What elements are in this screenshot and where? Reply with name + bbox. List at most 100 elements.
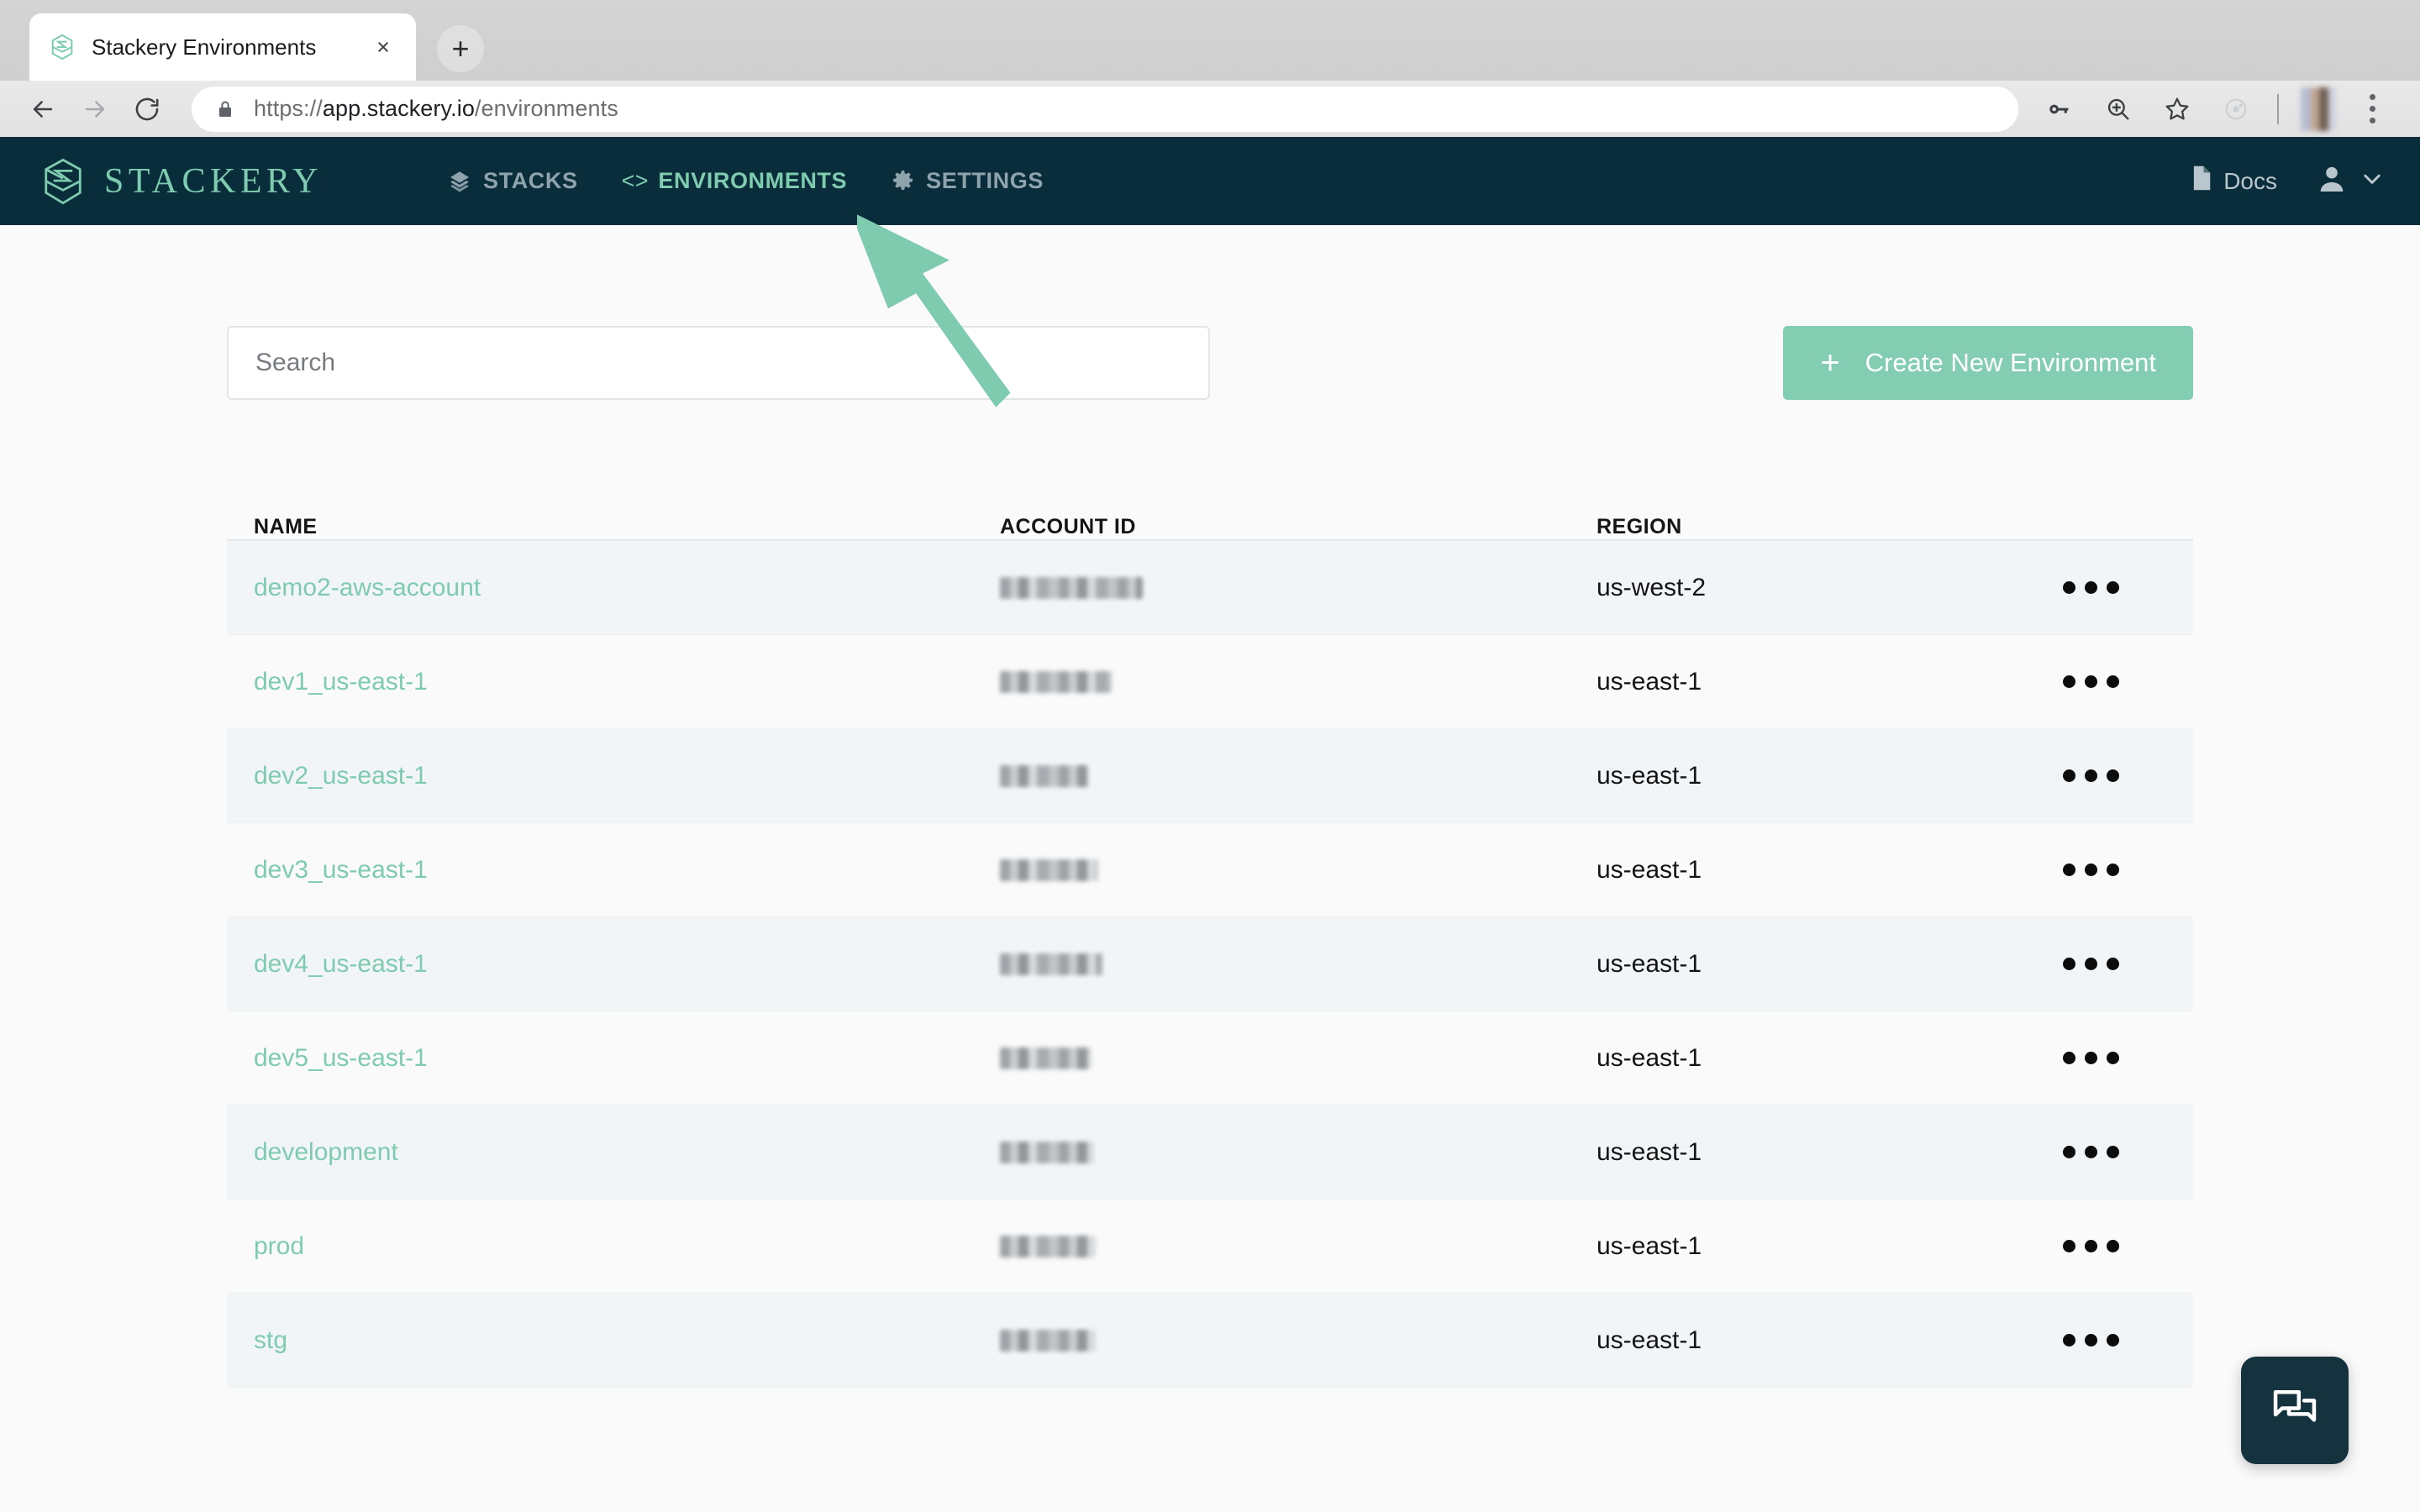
url-host: app.stackery.io	[322, 96, 475, 121]
cell-name: demo2-aws-account	[227, 574, 1000, 602]
redacted-account-id	[1000, 1235, 1096, 1257]
page-toolbar: + Create New Environment	[227, 225, 2193, 400]
table-row[interactable]: prod us-east-1	[227, 1200, 2193, 1294]
create-new-environment-button[interactable]: + Create New Environment	[1783, 326, 2193, 400]
cell-actions	[1958, 769, 2193, 782]
extension-icon[interactable]	[2207, 85, 2265, 134]
page-content: + Create New Environment NAME ACCOUNT ID…	[0, 225, 2420, 1388]
environment-link[interactable]: development	[254, 1138, 398, 1166]
ellipsis-horizontal-icon[interactable]	[2063, 1052, 2119, 1064]
cell-region: us-east-1	[1597, 761, 1702, 790]
zoom-in-icon[interactable]	[2089, 85, 2148, 134]
address-bar[interactable]: https://app.stackery.io/environments	[192, 86, 2018, 132]
cell-account-id	[1000, 1235, 1597, 1257]
ellipsis-horizontal-icon[interactable]	[2063, 581, 2119, 594]
cell-account-id	[1000, 953, 1597, 975]
cell-actions	[1958, 864, 2193, 876]
back-arrow-icon[interactable]	[17, 85, 69, 134]
tab-title: Stackery Environments	[92, 34, 317, 60]
cell-region: us-west-2	[1597, 573, 1707, 601]
cell-name: prod	[227, 1232, 1000, 1261]
nav-item-label: STACKS	[483, 168, 578, 193]
nav-item-environments[interactable]: < > ENVIRONMENTS	[622, 168, 848, 194]
close-icon[interactable]: ×	[369, 33, 397, 61]
cell-actions	[1958, 1052, 2193, 1064]
nav-item-stacks[interactable]: STACKS	[447, 168, 578, 194]
docs-label: Docs	[2223, 167, 2277, 194]
redacted-account-id	[1000, 858, 1097, 881]
chevron-down-icon	[2360, 166, 2385, 196]
cell-account-id	[1000, 576, 1597, 599]
code-brackets-icon: < >	[621, 168, 649, 193]
ellipsis-horizontal-icon[interactable]	[2063, 1146, 2119, 1158]
new-tab-button[interactable]: +	[437, 25, 484, 72]
search-input[interactable]	[227, 326, 1210, 400]
table-header-row: NAME ACCOUNT ID REGION	[227, 494, 2193, 541]
cell-actions	[1958, 1240, 2193, 1252]
reload-icon[interactable]	[121, 85, 173, 134]
layers-icon	[447, 169, 472, 194]
cell-name: dev2_us-east-1	[227, 762, 1000, 790]
user-menu[interactable]	[2316, 163, 2385, 199]
cell-region: us-east-1	[1597, 1231, 1702, 1260]
nav-item-settings[interactable]: SETTINGS	[891, 168, 1044, 194]
redacted-account-id	[1000, 764, 1088, 787]
forward-arrow-icon[interactable]	[69, 85, 121, 134]
ellipsis-horizontal-icon[interactable]	[2063, 675, 2119, 688]
cell-region: us-east-1	[1597, 949, 1702, 978]
environment-link[interactable]: stg	[254, 1326, 287, 1354]
redacted-account-id	[1000, 670, 1112, 693]
environment-link[interactable]: dev1_us-east-1	[254, 668, 428, 696]
profile-avatar[interactable]	[2301, 87, 2336, 131]
url-scheme: https://	[254, 96, 323, 121]
ellipsis-horizontal-icon[interactable]	[2063, 958, 2119, 970]
toolbar-divider	[2277, 93, 2279, 124]
chat-widget-button[interactable]	[2241, 1357, 2349, 1464]
ellipsis-horizontal-icon[interactable]	[2063, 1334, 2119, 1347]
stackery-cube-icon	[40, 156, 86, 207]
environment-link[interactable]: dev4_us-east-1	[254, 950, 428, 978]
docs-link[interactable]: Docs	[2190, 165, 2277, 197]
table-row[interactable]: dev3_us-east-1 us-east-1	[227, 823, 2193, 917]
brand-logo[interactable]: STACKERY	[40, 156, 323, 207]
cell-name: dev1_us-east-1	[227, 668, 1000, 696]
redacted-account-id	[1000, 1047, 1092, 1069]
environments-table: NAME ACCOUNT ID REGION demo2-aws-account…	[227, 494, 2193, 1388]
column-header-account-id: ACCOUNT ID	[1000, 515, 1136, 538]
cell-account-id	[1000, 670, 1597, 693]
table-row[interactable]: demo2-aws-account us-west-2	[227, 541, 2193, 635]
table-row[interactable]: dev2_us-east-1 us-east-1	[227, 729, 2193, 823]
column-header-region: REGION	[1597, 515, 1682, 538]
environment-link[interactable]: dev3_us-east-1	[254, 856, 428, 884]
url-text: https://app.stackery.io/environments	[254, 96, 618, 122]
redacted-account-id	[1000, 576, 1143, 599]
table-row[interactable]: stg us-east-1	[227, 1294, 2193, 1388]
cell-name: stg	[227, 1326, 1000, 1355]
bookmark-star-icon[interactable]	[2148, 85, 2207, 134]
kebab-menu-icon[interactable]	[2346, 85, 2398, 134]
table-row[interactable]: dev4_us-east-1 us-east-1	[227, 917, 2193, 1011]
cell-name: development	[227, 1138, 1000, 1167]
ellipsis-horizontal-icon[interactable]	[2063, 1240, 2119, 1252]
redacted-account-id	[1000, 1141, 1094, 1163]
table-row[interactable]: development us-east-1	[227, 1105, 2193, 1200]
browser-toolbar: https://app.stackery.io/environments	[0, 81, 2420, 137]
environment-link[interactable]: demo2-aws-account	[254, 574, 481, 601]
page-body: + Create New Environment NAME ACCOUNT ID…	[0, 211, 2420, 1512]
table-row[interactable]: dev5_us-east-1 us-east-1	[227, 1011, 2193, 1105]
cell-name: dev5_us-east-1	[227, 1044, 1000, 1073]
stackery-logo-icon	[48, 33, 76, 61]
environment-link[interactable]: dev2_us-east-1	[254, 762, 428, 790]
environment-link[interactable]: dev5_us-east-1	[254, 1044, 428, 1072]
ellipsis-horizontal-icon[interactable]	[2063, 769, 2119, 782]
cell-actions	[1958, 1146, 2193, 1158]
key-icon[interactable]	[2030, 85, 2089, 134]
table-row[interactable]: dev1_us-east-1 us-east-1	[227, 635, 2193, 729]
ellipsis-horizontal-icon[interactable]	[2063, 864, 2119, 876]
cell-account-id	[1000, 1047, 1597, 1069]
redacted-account-id	[1000, 953, 1102, 975]
browser-tab[interactable]: Stackery Environments ×	[29, 13, 416, 81]
cell-account-id	[1000, 858, 1597, 881]
plus-icon: +	[1820, 344, 1840, 381]
environment-link[interactable]: prod	[254, 1232, 304, 1260]
